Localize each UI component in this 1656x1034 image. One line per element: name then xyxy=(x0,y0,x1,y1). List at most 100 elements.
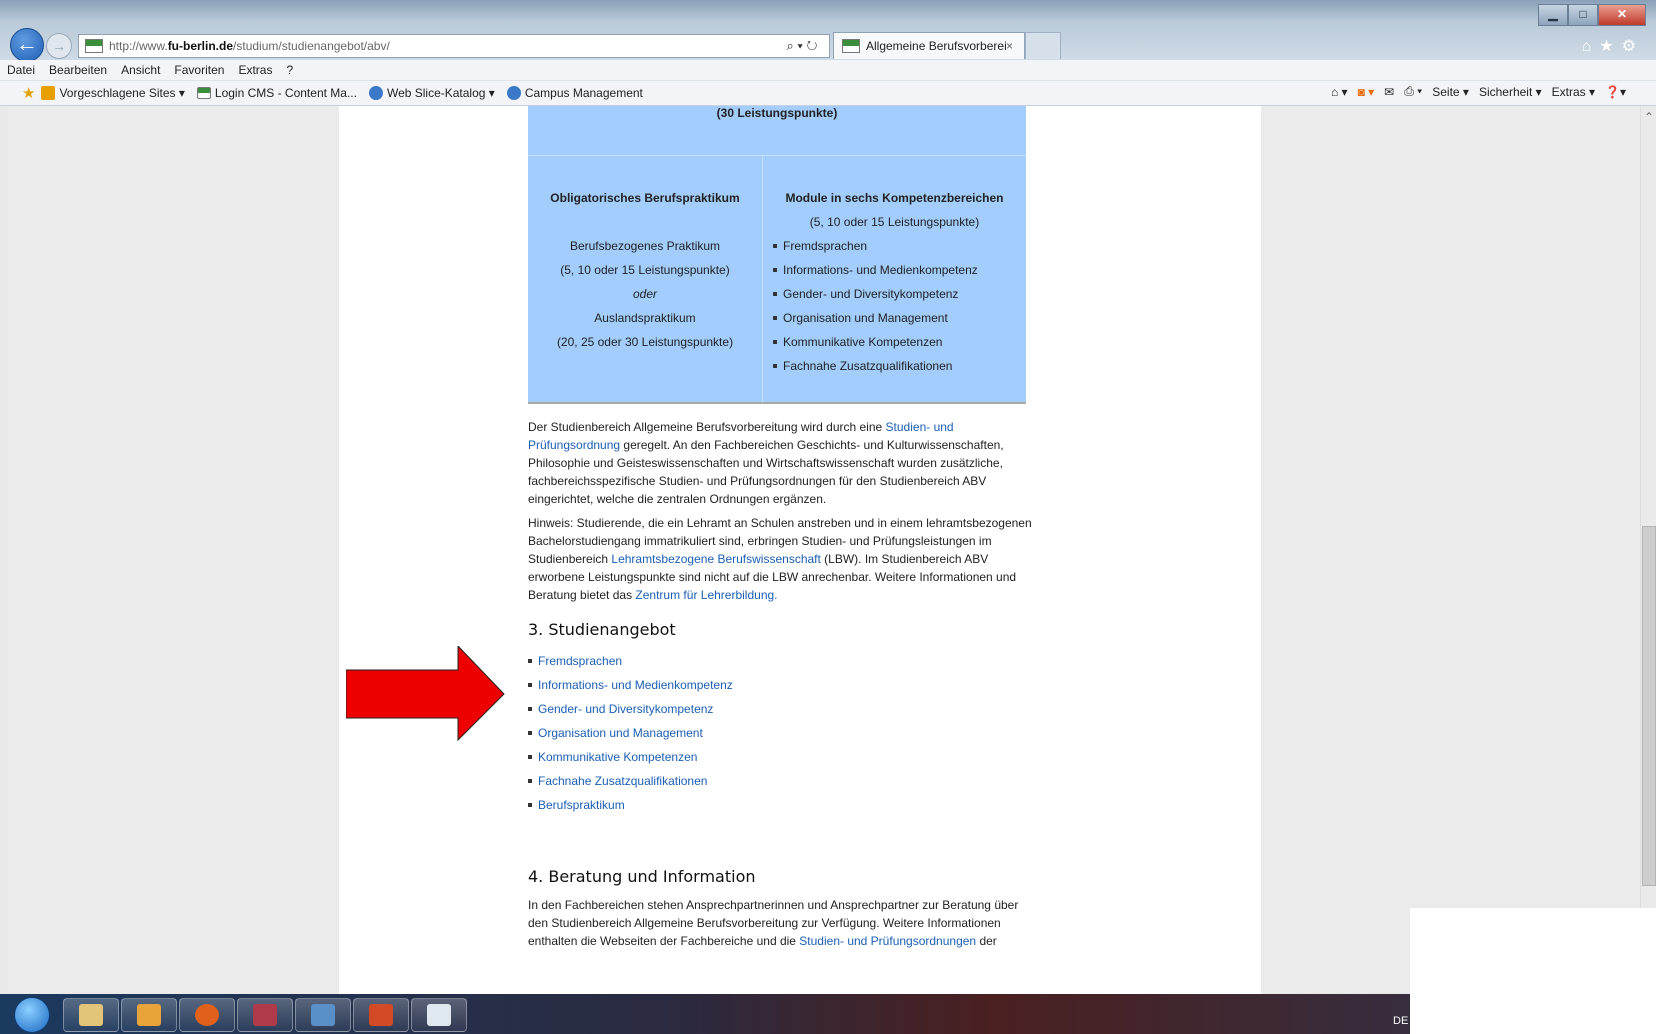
left-title: Obligatorisches Berufspraktikum xyxy=(550,191,740,205)
abv-structure-table: (30 Leistungspunkte) Obligatorisches Ber… xyxy=(528,106,1026,404)
table-left-column: Obligatorisches Berufspraktikum Berufsbe… xyxy=(528,156,763,402)
mail-icon[interactable]: ✉ xyxy=(1384,85,1394,99)
ie-icon xyxy=(368,86,383,100)
link-kommunikative-kompetenzen[interactable]: Kommunikative Kompetenzen xyxy=(528,745,1038,769)
list-item: Fremdsprachen xyxy=(773,234,1026,258)
link-gender-diversitykompetenz[interactable]: Gender- und Diversitykompetenz xyxy=(528,697,1038,721)
powerpoint-icon xyxy=(369,1004,393,1026)
link-studien-pruefungsordnungen[interactable]: Studien- und Prüfungsordnungen xyxy=(799,934,976,948)
home-favorites-settings-icons[interactable]: ⌂★⚙ xyxy=(1582,36,1644,56)
menu-datei[interactable]: Datei xyxy=(0,63,42,77)
address-bar[interactable]: http://www.fu-berlin.de/studium/studiena… xyxy=(78,34,830,58)
outlook-icon xyxy=(137,1004,161,1026)
browser-tab[interactable]: Allgemeine Berufsvorbereit... × xyxy=(833,32,1025,59)
scroll-up-icon[interactable]: ⌃ xyxy=(1641,110,1656,124)
list-item: Gender- und Diversitykompetenz xyxy=(773,282,1026,306)
forward-button[interactable]: → xyxy=(46,33,72,59)
studienangebot-links: Fremdsprachen Informations- und Medienko… xyxy=(528,649,1038,817)
taskbar-app[interactable] xyxy=(295,998,351,1032)
paragraph-ordnung: Der Studienbereich Allgemeine Berufsvorb… xyxy=(528,420,1004,506)
left-line-5: (20, 25 oder 30 Leistungspunkte) xyxy=(556,335,734,349)
menu-ansicht[interactable]: Ansicht xyxy=(114,63,167,77)
new-tab-button[interactable] xyxy=(1025,32,1061,59)
scroll-thumb[interactable] xyxy=(1642,526,1656,886)
print-icon[interactable]: ⎙ ▾ xyxy=(1404,84,1422,99)
tab-favicon-icon xyxy=(842,39,860,53)
link-berufspraktikum[interactable]: Berufspraktikum xyxy=(528,793,1038,817)
ie-icon xyxy=(506,86,521,100)
close-window-button[interactable]: ✕ xyxy=(1598,4,1646,26)
paragraph-beratung: In den Fachbereichen stehen Ansprechpart… xyxy=(528,898,1019,948)
access-icon xyxy=(253,1004,277,1026)
list-item: Fachnahe Zusatzqualifikationen xyxy=(773,354,1026,378)
link-lehramtsbezogene-berufswissenschaft[interactable]: Lehramtsbezogene Berufswissenschaft xyxy=(611,552,820,566)
red-arrow-annotation xyxy=(346,646,505,742)
address-tools-icon[interactable]: ⌕ ▾ ↻ xyxy=(775,38,829,54)
menu-extras[interactable]: Extras xyxy=(231,63,279,77)
maximize-button[interactable]: □ xyxy=(1568,4,1598,26)
taskbar-access[interactable] xyxy=(237,998,293,1032)
list-item: Kommunikative Kompetenzen xyxy=(773,330,1026,354)
main-content: (30 Leistungspunkte) Obligatorisches Ber… xyxy=(528,106,1038,950)
start-button[interactable] xyxy=(14,997,50,1033)
heading-studienangebot: 3. Studienangebot xyxy=(528,620,676,639)
paragraph-hinweis: Hinweis: Studierende, die ein Lehramt an… xyxy=(528,516,1032,602)
menu-bar: Datei Bearbeiten Ansicht Favoriten Extra… xyxy=(0,60,1656,81)
taskbar-window[interactable] xyxy=(411,998,467,1032)
tray-language[interactable]: DE xyxy=(1393,1015,1408,1027)
left-line-3: oder xyxy=(632,287,658,301)
menu-favoriten[interactable]: Favoriten xyxy=(167,63,231,77)
fav-login-cms[interactable]: Login CMS - Content Ma... xyxy=(196,86,357,100)
address-url[interactable]: http://www.fu-berlin.de/studium/studiena… xyxy=(109,39,775,53)
cmd-extras[interactable]: Extras ▾ xyxy=(1552,85,1595,99)
taskbar-outlook[interactable] xyxy=(121,998,177,1032)
cmd-help[interactable]: ❓▾ xyxy=(1605,85,1626,99)
heading-beratung-information: 4. Beratung und Information xyxy=(528,867,756,886)
vertical-scrollbar[interactable]: ⌃ xyxy=(1640,106,1656,994)
windows-taskbar xyxy=(0,994,1656,1034)
table-body: Obligatorisches Berufspraktikum Berufsbe… xyxy=(528,156,1026,402)
overlay-panel xyxy=(1410,908,1656,1034)
link-fachnahe-zusatzqualifikationen[interactable]: Fachnahe Zusatzqualifikationen xyxy=(528,769,1038,793)
taskbar-explorer[interactable] xyxy=(63,998,119,1032)
left-line-4: Auslandspraktikum xyxy=(594,311,696,325)
link-zentrum-lehrerbildung[interactable]: Zentrum für Lehrerbildung. xyxy=(635,588,777,602)
fav-vorgeschlagene-sites[interactable]: Vorgeschlagene Sites ▾ xyxy=(41,86,185,100)
window-icon xyxy=(427,1004,451,1026)
link-fremdsprachen[interactable]: Fremdsprachen xyxy=(528,649,1038,673)
home-icon[interactable]: ⌂ ▾ xyxy=(1331,85,1348,99)
left-line-1: Berufsbezogenes Praktikum xyxy=(569,239,721,253)
site-favicon-icon xyxy=(85,39,103,53)
folder-icon xyxy=(79,1004,103,1026)
back-button[interactable]: ← xyxy=(10,28,44,62)
fav-campus-management[interactable]: Campus Management xyxy=(506,86,643,100)
window-controls: ▁ □ ✕ xyxy=(1538,4,1646,26)
menu-bearbeiten[interactable]: Bearbeiten xyxy=(42,63,114,77)
firefox-icon xyxy=(195,1004,219,1026)
tab-close-icon[interactable]: × xyxy=(1006,39,1024,53)
taskbar-firefox[interactable] xyxy=(179,998,235,1032)
menu-help[interactable]: ? xyxy=(279,63,300,77)
tab-title: Allgemeine Berufsvorbereit... xyxy=(866,39,1006,53)
right-title: Module in sechs Kompetenzbereichen xyxy=(785,191,1004,205)
favorites-star-icon[interactable]: ★ xyxy=(22,84,35,102)
taskbar-powerpoint[interactable] xyxy=(353,998,409,1032)
browser-title-bar: ← → http://www.fu-berlin.de/studium/stud… xyxy=(0,0,1656,62)
table-header: (30 Leistungspunkte) xyxy=(528,106,1026,156)
list-item: Informations- und Medienkompetenz xyxy=(773,258,1026,282)
minimize-button[interactable]: ▁ xyxy=(1538,4,1568,26)
site-favicon-icon xyxy=(196,87,211,99)
left-line-2: (5, 10 oder 15 Leistungspunkte) xyxy=(560,263,730,277)
command-bar: ⌂ ▾ ◙ ▾ ✉ ⎙ ▾ Seite ▾ Sicherheit ▾ Extra… xyxy=(1321,84,1626,99)
link-organisation-management[interactable]: Organisation und Management xyxy=(528,721,1038,745)
competence-list: Fremdsprachen Informations- und Medienko… xyxy=(763,234,1026,378)
cmd-seite[interactable]: Seite ▾ xyxy=(1432,85,1469,99)
app-icon xyxy=(311,1004,335,1026)
table-right-column: Module in sechs Kompetenzbereichen (5, 1… xyxy=(763,156,1026,402)
right-subtitle: (5, 10 oder 15 Leistungspunkte) xyxy=(809,215,980,229)
link-informations-medienkompetenz[interactable]: Informations- und Medienkompetenz xyxy=(528,673,1038,697)
fav-web-slice-katalog[interactable]: Web Slice-Katalog ▾ xyxy=(368,86,495,100)
cmd-sicherheit[interactable]: Sicherheit ▾ xyxy=(1479,85,1542,99)
rss-feed-icon[interactable]: ◙ ▾ xyxy=(1358,85,1375,99)
list-item: Organisation und Management xyxy=(773,306,1026,330)
